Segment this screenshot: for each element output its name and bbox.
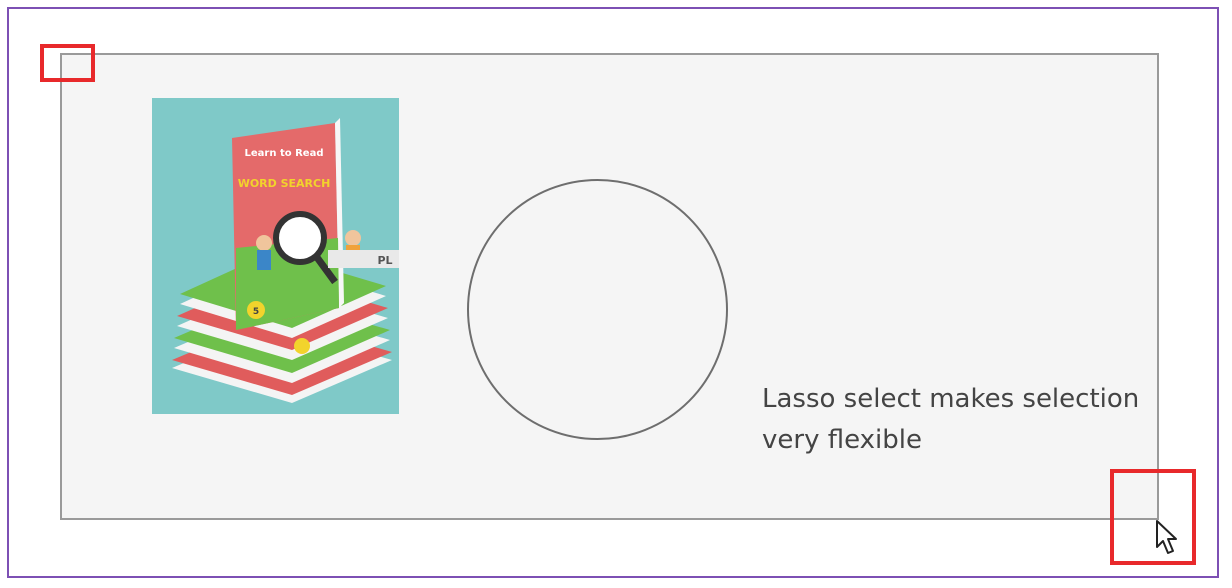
book-title-line2: WORD SEARCH bbox=[238, 177, 331, 190]
book-image[interactable]: 5 Learn to Read WORD SEARCH PL bbox=[152, 98, 399, 414]
mouse-pointer-icon bbox=[1156, 520, 1177, 554]
caption-line-2: very flexible bbox=[762, 425, 922, 455]
book-badge: PL bbox=[377, 254, 392, 267]
svg-text:5: 5 bbox=[253, 307, 259, 317]
selection-handle-top-left[interactable] bbox=[40, 44, 95, 82]
caption-textbox[interactable]: Lasso select makes selection very flexib… bbox=[762, 379, 1182, 461]
caption-line-1: Lasso select makes selection bbox=[762, 384, 1140, 414]
selection-handle-bottom-right[interactable] bbox=[1110, 469, 1196, 565]
book-illustration: 5 Learn to Read WORD SEARCH PL bbox=[152, 98, 399, 414]
book-title-line1: Learn to Read bbox=[245, 148, 324, 159]
circle-shape[interactable] bbox=[467, 179, 728, 440]
